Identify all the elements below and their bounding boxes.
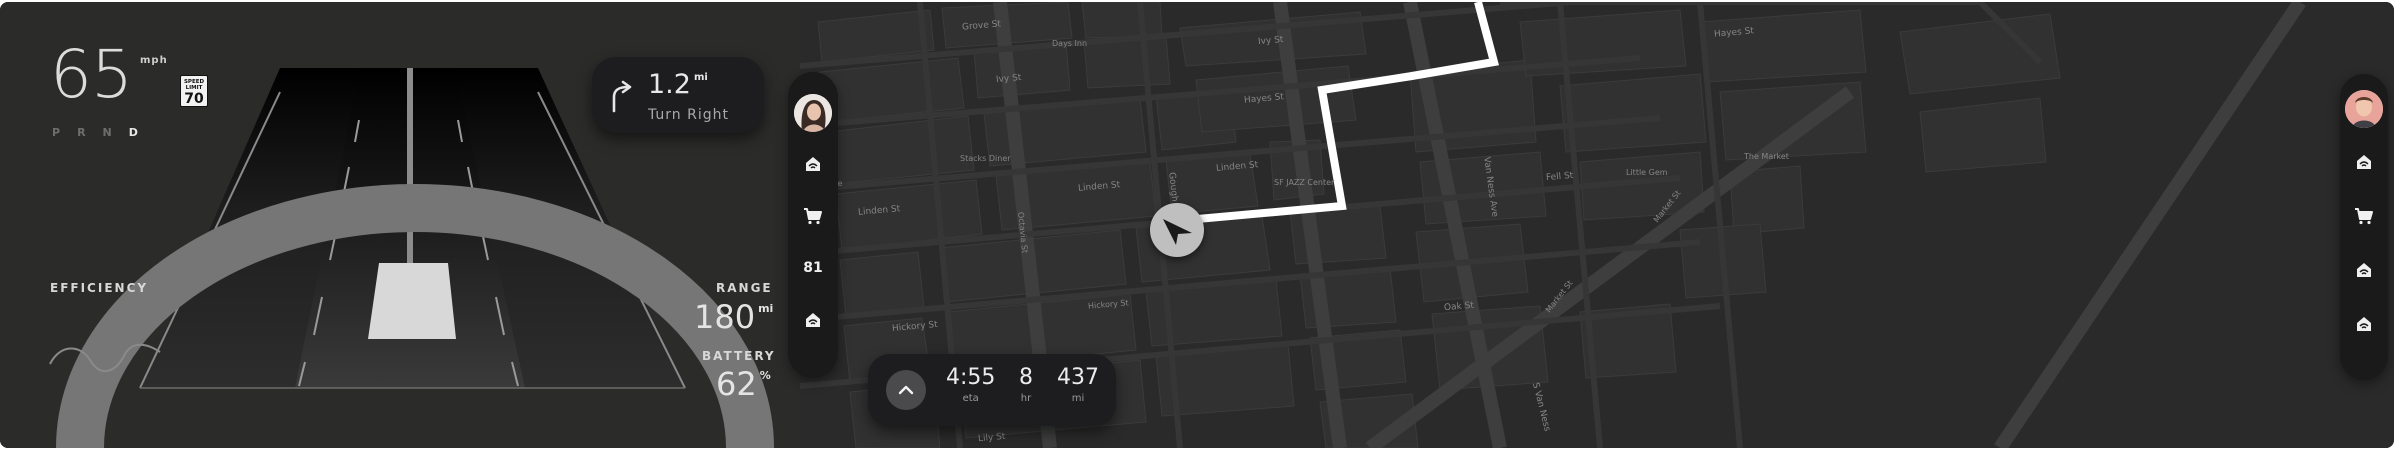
trip-hours: 8 hr bbox=[1019, 365, 1033, 405]
dock-cart-button[interactable] bbox=[795, 198, 831, 234]
dock-garage-button[interactable] bbox=[2346, 252, 2382, 288]
poi-label: SF JAZZ Center bbox=[1274, 178, 1335, 187]
garage-icon bbox=[806, 313, 820, 327]
speed-limit-value: 70 bbox=[184, 91, 204, 107]
garage-icon bbox=[2357, 263, 2371, 277]
dock-garage-button[interactable] bbox=[2346, 306, 2382, 342]
poi-label: Days Inn bbox=[1052, 39, 1088, 48]
passenger-avatar[interactable] bbox=[2345, 90, 2383, 128]
miles-label: mi bbox=[1071, 393, 1085, 404]
miles-value: 437 bbox=[1057, 365, 1099, 390]
speed-limit-sign: SPEED LIMIT 70 bbox=[180, 75, 208, 107]
center-guide-line bbox=[407, 68, 413, 268]
battery-value: 62 bbox=[716, 365, 757, 403]
current-location-marker bbox=[1150, 203, 1204, 257]
poi-label: Little Gem bbox=[1626, 168, 1668, 177]
range-value-group: 180 mi bbox=[694, 301, 773, 333]
hours-label: hr bbox=[1020, 393, 1032, 404]
range-value: 180 bbox=[694, 298, 756, 336]
dock-garage-button[interactable] bbox=[795, 302, 831, 338]
garage-icon bbox=[2357, 317, 2371, 331]
gear-d[interactable]: D bbox=[129, 126, 139, 139]
turn-distance-group: 1.2 mi bbox=[648, 71, 708, 98]
efficiency-label: EFFICIENCY bbox=[50, 281, 149, 295]
hours-value: 8 bbox=[1019, 365, 1033, 390]
dashboard-frame: 65 mph SPEED LIMIT 70 P R N D EFFICIENCY… bbox=[0, 2, 2394, 448]
poi-label: Stacks Diner bbox=[960, 154, 1011, 163]
turn-right-arrow-icon bbox=[612, 80, 632, 113]
left-dock: 81 bbox=[788, 72, 838, 378]
driver-avatar[interactable] bbox=[794, 94, 832, 132]
trip-eta: 4:55 eta bbox=[946, 365, 996, 405]
trip-summary-card: 4:55 eta 8 hr 437 mi bbox=[868, 354, 1116, 426]
garage-icon bbox=[806, 157, 820, 171]
cart-icon bbox=[804, 208, 822, 225]
gear-p[interactable]: P bbox=[52, 126, 61, 139]
eta-value: 4:55 bbox=[946, 365, 996, 390]
gear-selector: P R N D bbox=[52, 126, 139, 139]
speed-unit: mph bbox=[140, 55, 168, 66]
turn-distance-unit: mi bbox=[693, 72, 708, 83]
poi-label: The Market bbox=[1744, 152, 1789, 161]
chevron-up-icon bbox=[898, 385, 914, 395]
turn-instruction: Turn Right bbox=[648, 107, 729, 123]
expand-trip-button[interactable] bbox=[886, 370, 926, 410]
garage-icon bbox=[2357, 155, 2371, 169]
eta-label: eta bbox=[962, 393, 979, 404]
battery-value-group: 62% bbox=[716, 368, 771, 400]
car-shape bbox=[368, 263, 456, 339]
battery-label: BATTERY bbox=[702, 349, 776, 363]
turn-distance: 1.2 bbox=[648, 69, 691, 100]
trip-miles: 437 mi bbox=[1057, 365, 1099, 405]
dock-garage-button[interactable] bbox=[2346, 144, 2382, 180]
dock-cart-button[interactable] bbox=[2346, 198, 2382, 234]
person-avatar-icon bbox=[2345, 90, 2383, 128]
gear-r[interactable]: R bbox=[77, 126, 86, 139]
battery-unit: % bbox=[759, 369, 771, 382]
dock-garage-button[interactable] bbox=[795, 146, 831, 182]
turn-instruction-card[interactable]: 1.2 mi Turn Right bbox=[592, 57, 764, 133]
right-dock bbox=[2340, 74, 2388, 380]
gear-n[interactable]: N bbox=[103, 126, 113, 139]
range-label: RANGE bbox=[716, 281, 773, 295]
navigation-arrow-icon bbox=[1163, 219, 1192, 245]
dock-badge-button[interactable]: 81 bbox=[795, 250, 831, 286]
person-avatar-icon bbox=[794, 94, 832, 132]
cart-icon bbox=[2355, 208, 2373, 225]
range-unit: mi bbox=[758, 302, 774, 315]
speed-value: 65 bbox=[50, 36, 133, 113]
